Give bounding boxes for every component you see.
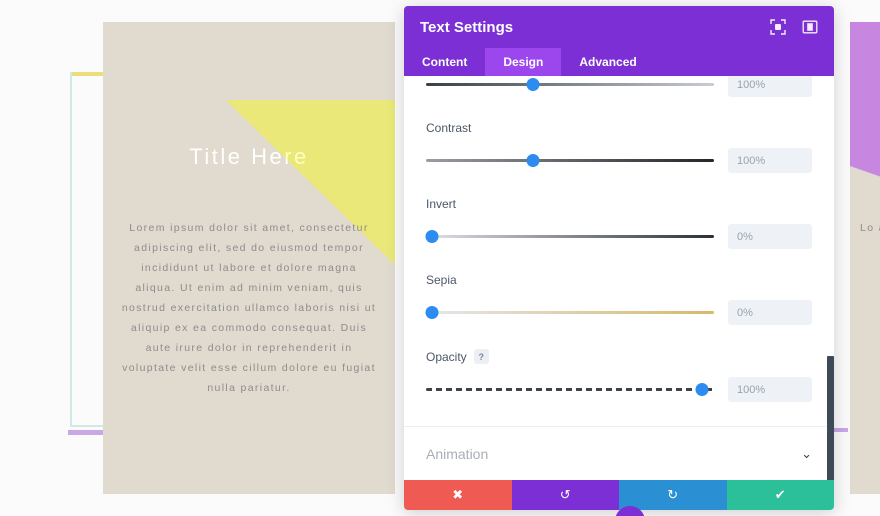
brightness-value[interactable]: 100% [728, 76, 812, 97]
field-contrast: Contrast 100% [426, 119, 812, 173]
text-settings-modal: Text Settings Content Design Advanced 10… [404, 6, 834, 510]
contrast-track [426, 158, 714, 162]
fullscreen-icon[interactable] [770, 19, 786, 35]
redo-button[interactable]: ↻ [619, 480, 727, 510]
contrast-knob[interactable] [526, 153, 540, 167]
contrast-track-wrap[interactable] [426, 153, 714, 168]
modal-header: Text Settings [404, 6, 834, 48]
brightness-slider-row: 100% [426, 76, 812, 97]
sepia-label: Sepia [426, 273, 457, 287]
card-title-part-two: Here [251, 144, 309, 169]
invert-track [426, 234, 714, 238]
card-title-part-one: Title [189, 144, 252, 169]
opacity-label: Opacity ? [426, 349, 812, 364]
brightness-track [426, 82, 714, 86]
animation-accordion[interactable]: Animation ⌄ [404, 426, 834, 480]
modal-header-icons [770, 19, 818, 35]
modal-tabs: Content Design Advanced [404, 48, 834, 76]
invert-value[interactable]: 0% [728, 224, 812, 249]
sepia-slider-row: 0% [425, 300, 812, 325]
undo-button[interactable]: ↺ [511, 480, 619, 510]
field-sepia: Sepia 0% [425, 271, 812, 325]
modal-scrollbar[interactable] [827, 356, 834, 480]
card-body-text: Lorem ipsum dolor sit amet, consectetur … [121, 222, 377, 394]
brightness-track-wrap[interactable] [426, 77, 714, 92]
brightness-knob[interactable] [526, 77, 540, 91]
opacity-knob[interactable] [695, 382, 709, 396]
invert-knob[interactable] [425, 229, 439, 243]
contrast-slider-row: 100% [426, 148, 812, 173]
save-button[interactable]: ✔ [726, 480, 834, 510]
tab-advanced[interactable]: Advanced [561, 48, 654, 76]
card-title: Title Here [103, 144, 395, 170]
sepia-track-wrap[interactable] [425, 305, 714, 320]
invert-label: Invert [426, 197, 457, 211]
invert-track-wrap[interactable] [425, 229, 714, 244]
content-card-left: Title Here Lorem ipsum dolor sit amet, c… [103, 22, 395, 494]
help-icon[interactable]: ? [473, 349, 489, 364]
invert-slider-row: 0% [425, 224, 812, 249]
layout-toggle-icon[interactable] [802, 19, 818, 35]
contrast-label: Contrast [426, 121, 472, 135]
opacity-slider-row: 100% [426, 377, 812, 402]
sepia-knob[interactable] [425, 305, 439, 319]
field-opacity: Opacity ? 100% [426, 347, 812, 402]
modal-body: 100% Contrast 100% Invert 0% Sepia 0% Op… [404, 76, 834, 480]
sepia-track [426, 310, 714, 314]
opacity-value[interactable]: 100% [728, 377, 812, 402]
modal-title: Text Settings [420, 18, 514, 36]
tab-content[interactable]: Content [404, 48, 485, 76]
contrast-value[interactable]: 100% [728, 148, 812, 173]
animation-label: Animation [426, 445, 489, 462]
field-brightness: 100% [426, 76, 812, 97]
opacity-track [426, 387, 714, 391]
chevron-down-icon[interactable]: ⌄ [801, 446, 812, 462]
card-right-body-text: Lo a a no D [860, 222, 880, 234]
cancel-button[interactable]: ✖ [404, 480, 512, 510]
modal-action-bar: ✖ ↺ ↻ ✔ [404, 480, 834, 510]
purple-triangle-shape [850, 22, 880, 222]
tab-design[interactable]: Design [485, 48, 562, 76]
sepia-value[interactable]: 0% [728, 300, 812, 325]
content-card-right: Lo a a no D [850, 22, 880, 494]
opacity-label-text: Opacity [426, 349, 467, 364]
field-invert: Invert 0% [425, 195, 812, 249]
opacity-track-wrap[interactable] [426, 382, 714, 397]
app-root: Title Here Lorem ipsum dolor sit amet, c… [0, 0, 880, 516]
